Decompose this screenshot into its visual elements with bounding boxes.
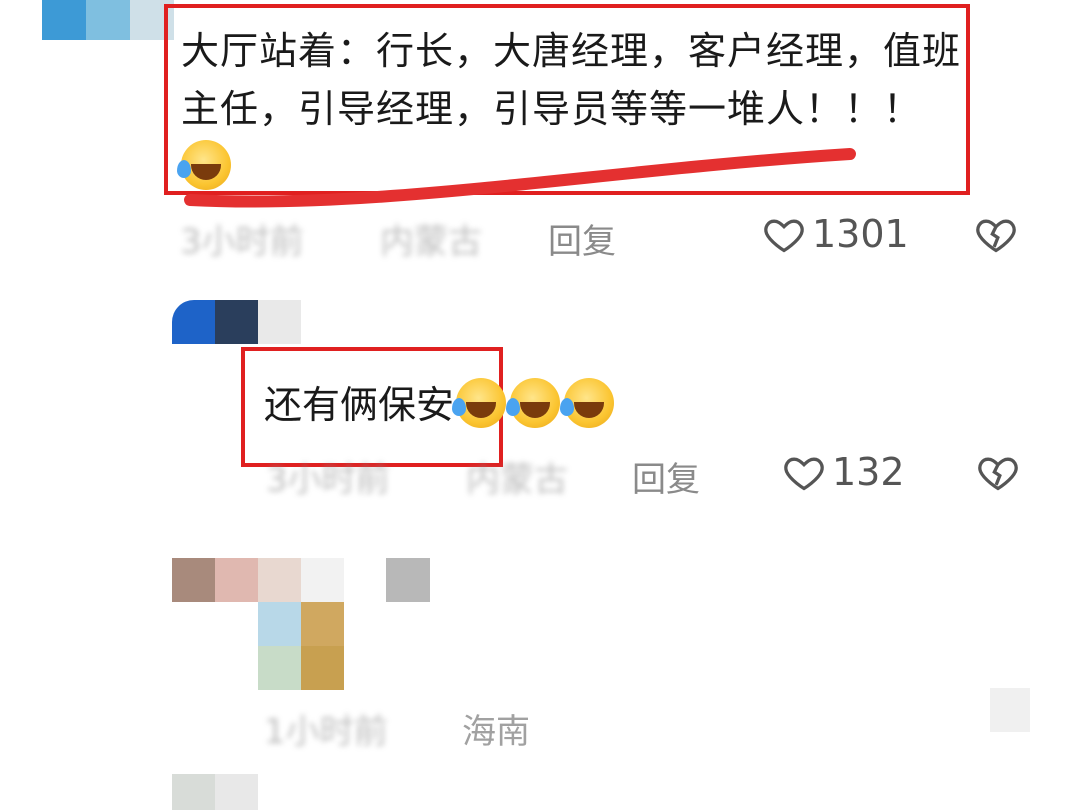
blurred-name-block — [386, 558, 430, 602]
laughing-tears-emoji-icon — [452, 378, 507, 428]
like-button-2[interactable]: 132 — [782, 450, 905, 494]
reply-button[interactable]: 回复 — [548, 214, 616, 263]
broken-heart-icon[interactable] — [974, 212, 1018, 256]
comment-time-3: 1小时前 — [264, 712, 388, 752]
laughing-tears-emoji-icon — [560, 378, 615, 428]
avatar-comment-2[interactable] — [172, 300, 301, 344]
comment-location-2: 内蒙古 — [466, 460, 568, 500]
like-button[interactable]: 1301 — [762, 212, 909, 256]
broken-heart-icon[interactable] — [976, 450, 1020, 494]
comment-time: 3小时前 — [180, 222, 304, 262]
reply-button-2[interactable]: 回复 — [632, 452, 700, 501]
heart-icon — [784, 457, 824, 491]
comment-location: 内蒙古 — [380, 222, 482, 262]
avatar-comment-3[interactable] — [172, 558, 344, 602]
laughing-tears-emoji-icon — [506, 378, 561, 428]
blurred-meta-block — [990, 688, 1030, 732]
comment-time-2: 3小时前 — [266, 460, 390, 500]
comment-location-3: 海南 — [462, 712, 530, 752]
avatar-top[interactable] — [42, 0, 174, 40]
like-count-2: 132 — [832, 450, 905, 494]
heart-icon — [764, 219, 804, 253]
red-underline-stroke — [184, 148, 856, 208]
comment-text-2: 还有俩保安 — [264, 374, 615, 429]
avatar-comment-4[interactable] — [172, 774, 258, 810]
blurred-image-attachment[interactable] — [258, 602, 344, 690]
like-count: 1301 — [812, 212, 909, 256]
